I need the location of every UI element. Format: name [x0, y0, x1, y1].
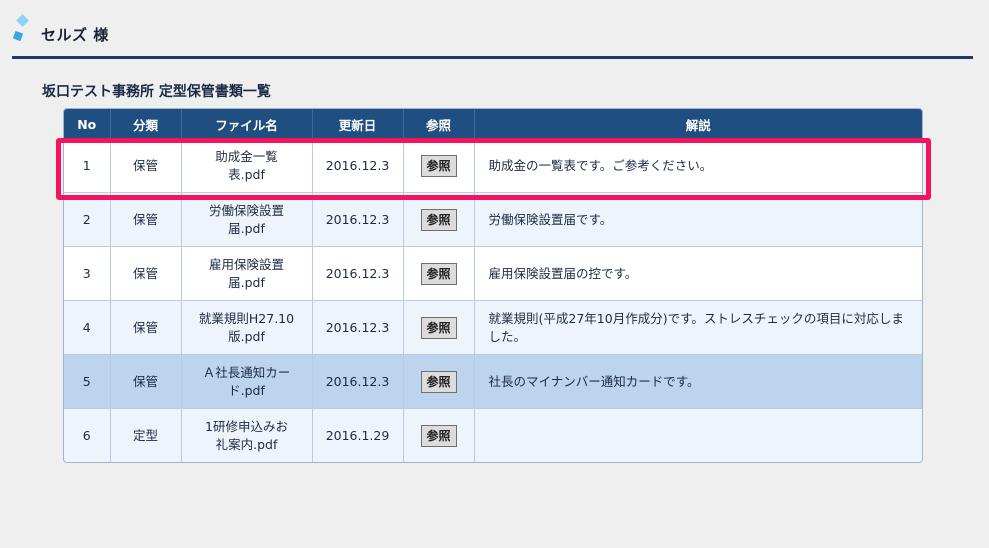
- cell-category: 保管: [110, 354, 182, 409]
- cell-description: 就業規則(平成27年10月作成分)です。ストレスチェックの項目に対応しました。: [474, 300, 922, 355]
- cell-category: 保管: [110, 300, 182, 355]
- view-button[interactable]: 参照: [420, 316, 457, 339]
- cell-no: 4: [64, 300, 111, 355]
- column-header-filename[interactable]: ファイル名: [181, 109, 313, 139]
- cell-category: 保管: [110, 192, 182, 247]
- cell-reference: 参照: [403, 192, 475, 247]
- table-row: 2 保管 労働保険設置 届.pdf 2016.12.3 参照 労働保険設置届です。: [64, 192, 922, 247]
- filename-line: 雇用保険設置: [208, 256, 284, 272]
- column-header-description[interactable]: 解説: [474, 109, 922, 139]
- filename-line: Ａ社長通知カー: [202, 364, 291, 380]
- view-button[interactable]: 参照: [420, 262, 457, 285]
- cell-filename[interactable]: 労働保険設置 届.pdf: [181, 192, 313, 247]
- cell-category: 定型: [110, 408, 182, 462]
- cell-reference: 参照: [403, 300, 475, 355]
- cell-description: 労働保険設置届です。: [474, 192, 922, 247]
- filename-line: 礼案内.pdf: [215, 436, 278, 452]
- cell-filename[interactable]: 就業規則H27.10 版.pdf: [181, 300, 313, 355]
- section-title: 坂口テスト事務所 定型保管書類一覧: [42, 84, 271, 100]
- cell-reference: 参照: [403, 354, 475, 409]
- view-button[interactable]: 参照: [420, 370, 457, 393]
- cell-date: 2016.12.3: [312, 300, 404, 355]
- table-row: 3 保管 雇用保険設置 届.pdf 2016.12.3 参照 雇用保険設置届の控で…: [64, 246, 922, 301]
- column-header-updated[interactable]: 更新日: [312, 109, 404, 139]
- cell-description: 助成金の一覧表です。ご参考ください。: [474, 139, 922, 193]
- page-header: セルズ 様: [12, 12, 973, 59]
- filename-line: 就業規則H27.10: [198, 310, 295, 326]
- documents-table: No 分類 ファイル名 更新日 参照 解説 1 保管 助成金一覧表.pdf 20…: [63, 108, 923, 463]
- cell-category: 保管: [110, 246, 182, 301]
- table-row: 1 保管 助成金一覧表.pdf 2016.12.3 参照 助成金の一覧表です。ご…: [64, 139, 922, 193]
- view-button[interactable]: 参照: [420, 208, 457, 231]
- cell-date: 2016.12.3: [312, 139, 404, 193]
- cell-date: 2016.12.3: [312, 192, 404, 247]
- table-row: 6 定型 1研修申込みお 礼案内.pdf 2016.1.29 参照: [64, 408, 922, 462]
- view-button[interactable]: 参照: [420, 154, 457, 177]
- filename-line: 1研修申込みお: [205, 418, 288, 434]
- filename-line: 版.pdf: [228, 328, 265, 344]
- cell-filename[interactable]: Ａ社長通知カー ド.pdf: [181, 354, 313, 409]
- filename-line: 助成金一覧: [215, 148, 278, 164]
- table-row-selected[interactable]: 5 保管 Ａ社長通知カー ド.pdf 2016.12.3 参照 社長のマイナンバー…: [64, 354, 922, 409]
- filename-line: 届.pdf: [228, 220, 265, 236]
- table-row: 4 保管 就業規則H27.10 版.pdf 2016.12.3 参照 就業規則(平…: [64, 300, 922, 355]
- column-header-category[interactable]: 分類: [110, 109, 182, 139]
- cell-filename[interactable]: 1研修申込みお 礼案内.pdf: [181, 408, 313, 462]
- column-header-reference[interactable]: 参照: [403, 109, 475, 139]
- filename-line: 労働保険設置: [208, 202, 284, 218]
- table-header-row: No 分類 ファイル名 更新日 参照 解説: [64, 109, 922, 139]
- filename-line: ド.pdf: [228, 382, 265, 398]
- cell-reference: 参照: [403, 139, 475, 193]
- cell-no: 3: [64, 246, 111, 301]
- cell-no: 2: [64, 192, 111, 247]
- cell-description: 雇用保険設置届の控です。: [474, 246, 922, 301]
- cell-no: 6: [64, 408, 111, 462]
- logo-icon: [12, 14, 29, 42]
- cell-no: 1: [64, 139, 111, 193]
- view-button[interactable]: 参照: [420, 424, 457, 447]
- cell-description: [474, 408, 922, 462]
- cell-filename[interactable]: 助成金一覧表.pdf: [181, 139, 313, 193]
- filename-line: 表.pdf: [228, 166, 265, 182]
- cell-category: 保管: [110, 139, 182, 193]
- cell-date: 2016.1.29: [312, 408, 404, 462]
- cell-reference: 参照: [403, 408, 475, 462]
- account-name: セルズ 様: [41, 26, 109, 44]
- cell-no: 5: [64, 354, 111, 409]
- cell-description: 社長のマイナンバー通知カードです。: [474, 354, 922, 409]
- cell-date: 2016.12.3: [312, 354, 404, 409]
- column-header-no[interactable]: No: [64, 109, 111, 139]
- cell-date: 2016.12.3: [312, 246, 404, 301]
- filename-line: 届.pdf: [228, 274, 265, 290]
- cell-reference: 参照: [403, 246, 475, 301]
- cell-filename[interactable]: 雇用保険設置 届.pdf: [181, 246, 313, 301]
